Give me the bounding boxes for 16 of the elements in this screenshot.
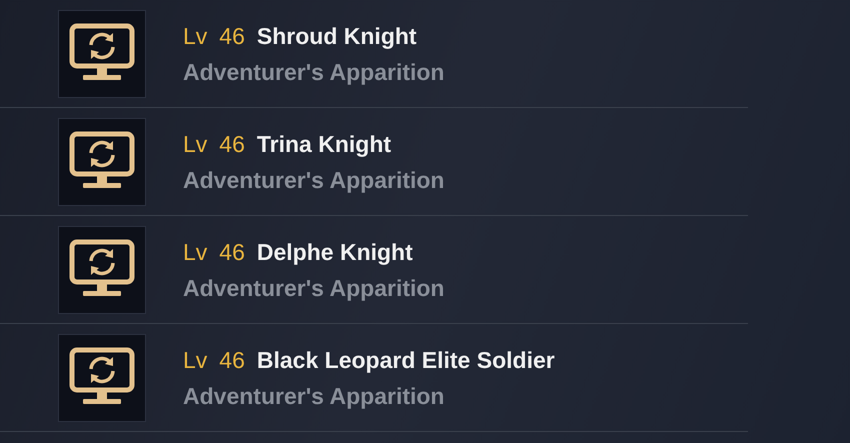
character-name: Black Leopard Elite Soldier	[256, 346, 555, 374]
level-label: Lv	[183, 346, 208, 374]
level-label: Lv	[183, 130, 208, 158]
level-value: 46	[219, 130, 245, 158]
level-value: 46	[219, 238, 245, 266]
level-value: 46	[219, 346, 245, 374]
character-subtitle: Adventurer's Apparition	[183, 274, 444, 302]
character-name: Shroud Knight	[256, 22, 417, 50]
character-name: Delphe Knight	[256, 238, 413, 266]
level-label: Lv	[183, 22, 208, 50]
level-label: Lv	[183, 238, 208, 266]
character-subtitle: Adventurer's Apparition	[183, 166, 444, 194]
level-value: 46	[219, 22, 245, 50]
character-subtitle: Adventurer's Apparition	[183, 382, 446, 410]
character-subtitle: Adventurer's Apparition	[183, 58, 444, 86]
character-name: Trina Knight	[256, 130, 392, 158]
